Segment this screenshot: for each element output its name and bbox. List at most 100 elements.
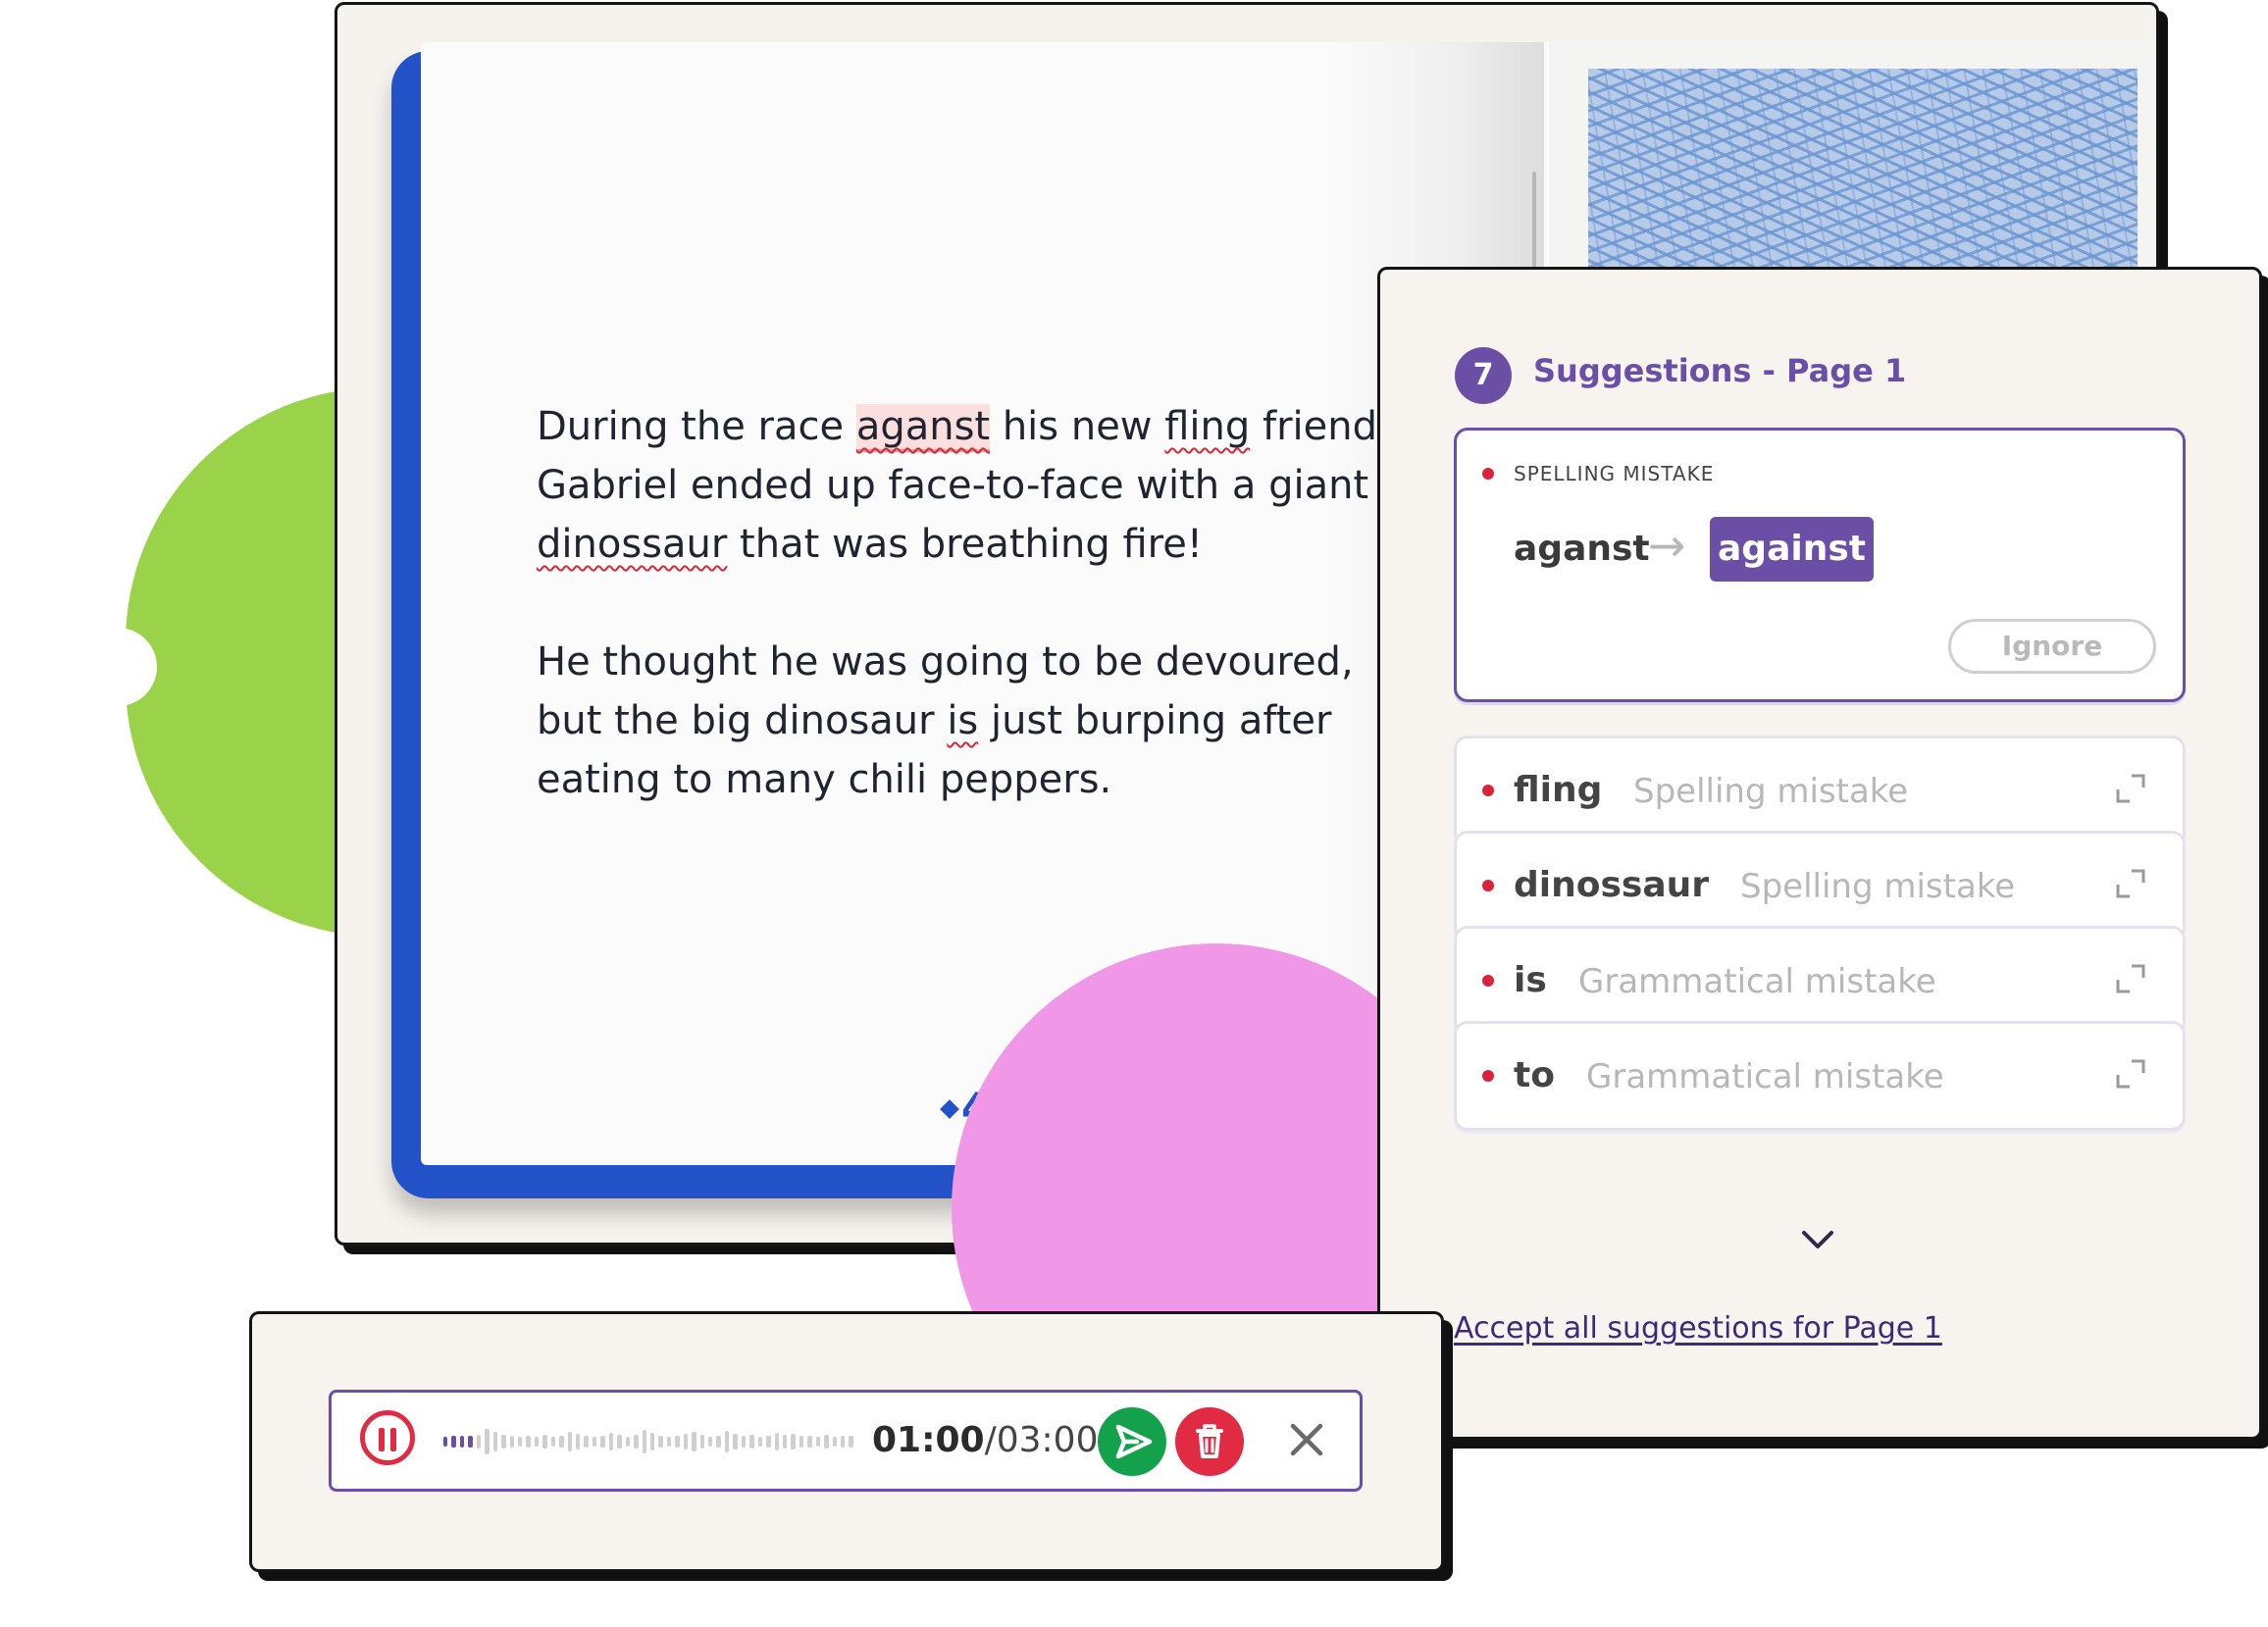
waveform-bar [849, 1436, 853, 1448]
audio-recorder-window: 01:00/03:00 [249, 1311, 1444, 1572]
waveform-bar [683, 1434, 689, 1449]
suggestion-card-is[interactable]: is Grammatical mistake [1454, 926, 2186, 1036]
time-display: 01:00/03:00 [872, 1420, 1098, 1460]
expand-icon[interactable] [2114, 1057, 2147, 1091]
delete-button[interactable] [1175, 1407, 1244, 1476]
waveform-bar [807, 1436, 812, 1448]
story-text[interactable]: During the race aganst his new fling fri… [537, 397, 1400, 868]
expand-icon[interactable] [2114, 772, 2147, 805]
waveform-bar [468, 1436, 473, 1448]
story-paragraph: He thought he was going to be devoured, … [537, 633, 1400, 809]
waveform-bar [832, 1437, 837, 1447]
active-suggestion-card[interactable]: SPELLING MISTAKE aganst → against Ignore [1454, 428, 2186, 702]
waveform-bar [782, 1435, 788, 1449]
waveform-bar [485, 1429, 490, 1454]
suggestions-panel: 7 Suggestions - Page 1 SPELLING MISTAKE … [1377, 267, 2262, 1440]
flagged-word[interactable]: dinossaur [537, 522, 727, 567]
suggestion-word: fling [1514, 770, 1603, 810]
waveform-bar [724, 1431, 730, 1452]
suggestion-type: Spelling mistake [1633, 772, 1909, 811]
waveform-bar [608, 1433, 614, 1450]
trash-icon [1196, 1424, 1223, 1458]
story-paragraph: During the race aganst his new fling fri… [537, 397, 1400, 574]
flagged-word[interactable]: is [947, 698, 978, 743]
waveform-bar [542, 1435, 547, 1449]
waveform-bar [592, 1437, 597, 1447]
accept-correction-button[interactable]: against [1710, 517, 1874, 582]
waveform-bar [824, 1435, 829, 1449]
send-icon [1115, 1424, 1153, 1459]
waveform-bar [459, 1436, 465, 1448]
expand-icon[interactable] [2114, 962, 2147, 995]
error-dot-icon [1482, 468, 1494, 480]
panel-title: Suggestions - Page 1 [1533, 352, 1907, 389]
error-dot-icon [1482, 785, 1494, 796]
flagged-word-selected[interactable]: aganst [855, 404, 991, 452]
waveform-bar [517, 1437, 523, 1447]
ignore-button[interactable]: Ignore [1948, 619, 2156, 674]
waveform-bar [733, 1434, 738, 1449]
error-dot-icon [1482, 1070, 1494, 1082]
expand-icon[interactable] [2114, 867, 2147, 900]
waveform-bar [716, 1436, 721, 1448]
waveform-bar [757, 1437, 763, 1447]
flagged-word[interactable]: fling [1164, 404, 1250, 449]
suggestion-type: Spelling mistake [1740, 867, 2016, 906]
waveform-bar [492, 1432, 498, 1451]
suggestion-type: Grammatical mistake [1586, 1057, 1944, 1096]
waveform-bar [451, 1436, 456, 1448]
waveform-bar [799, 1436, 804, 1448]
waveform-bar [791, 1434, 796, 1449]
waveform-bar [476, 1435, 482, 1449]
waveform-bar [658, 1436, 663, 1448]
waveform-bar [634, 1435, 639, 1449]
waveform-bar [550, 1437, 556, 1447]
waveform-bar [509, 1436, 514, 1448]
waveform-bar [774, 1433, 779, 1450]
story-text-run: his new [990, 404, 1165, 449]
waveform-bar [749, 1435, 754, 1449]
waveform-bar [625, 1437, 631, 1447]
waveform-bar [443, 1437, 448, 1447]
waveform-bar [526, 1436, 531, 1448]
waveform-bar [617, 1435, 622, 1449]
error-dot-icon [1482, 975, 1494, 987]
waveform-bar [600, 1436, 605, 1448]
waveform-bar [501, 1435, 506, 1449]
waveform-bar [642, 1430, 646, 1453]
arrow-right-icon: → [1648, 519, 1686, 572]
waveform-bar [584, 1436, 589, 1448]
pause-icon [379, 1428, 385, 1451]
story-text-run: that was breathing fire! [727, 522, 1203, 567]
waveform-bar [576, 1434, 581, 1449]
accept-all-link[interactable]: Accept all suggestions for Page 1 [1454, 1311, 1942, 1346]
waveform-bar [666, 1437, 672, 1447]
total-time: /03:00 [984, 1420, 1099, 1460]
error-dot-icon [1482, 880, 1494, 891]
close-icon[interactable] [1283, 1416, 1330, 1463]
audio-waveform[interactable] [443, 1418, 853, 1465]
suggestion-card-fling[interactable]: fling Spelling mistake [1454, 736, 2186, 845]
suggestion-count-badge: 7 [1455, 347, 1512, 404]
wrong-word: aganst [1514, 529, 1650, 569]
suggestion-card-to[interactable]: to Grammatical mistake [1454, 1021, 2186, 1131]
chevron-down-icon[interactable] [1798, 1229, 1837, 1252]
waveform-bar [699, 1435, 704, 1449]
suggestion-type: Grammatical mistake [1578, 962, 1936, 1001]
suggestion-category: SPELLING MISTAKE [1514, 462, 1715, 485]
send-button[interactable] [1098, 1407, 1166, 1476]
waveform-bar [692, 1432, 696, 1451]
waveform-bar [559, 1436, 564, 1448]
spine-mark [1532, 172, 1536, 280]
story-text-run: During the race [537, 404, 856, 449]
suggestion-word: is [1514, 960, 1547, 1000]
pause-button[interactable] [360, 1410, 415, 1465]
waveform-bar [815, 1437, 821, 1447]
suggestion-card-dinossaur[interactable]: dinossaur Spelling mistake [1454, 831, 2186, 941]
waveform-bar [649, 1433, 655, 1450]
waveform-bar [534, 1437, 540, 1447]
waveform-bar [841, 1436, 846, 1448]
waveform-bar [708, 1437, 713, 1447]
waveform-bar [675, 1436, 680, 1448]
suggestion-word: to [1514, 1055, 1555, 1095]
